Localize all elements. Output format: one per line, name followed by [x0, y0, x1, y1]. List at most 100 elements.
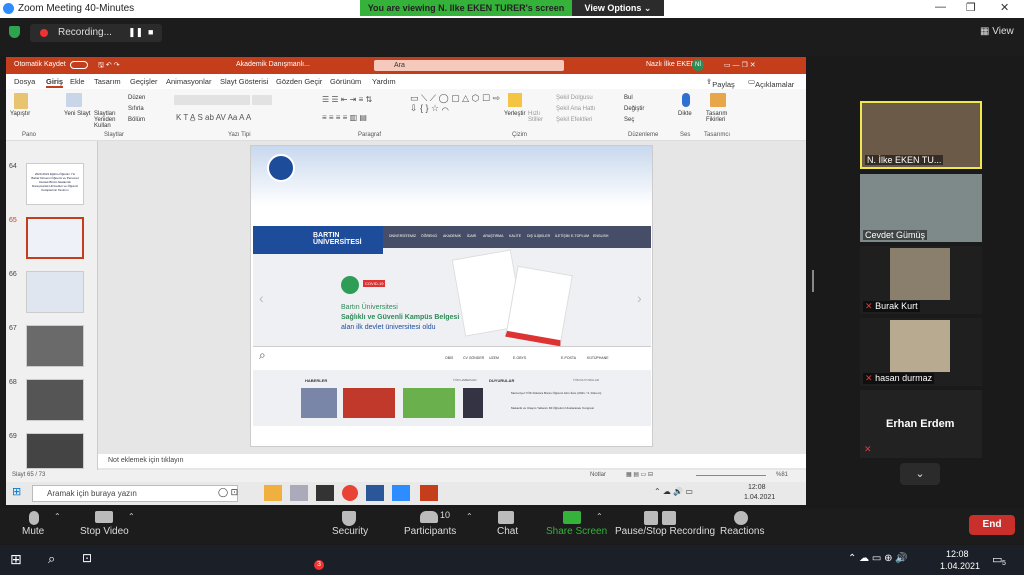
comments-button[interactable]: ▭ Açıklamalar [748, 77, 794, 89]
close-icon[interactable]: ✕ [1000, 1, 1009, 14]
chat-label[interactable]: Chat [497, 526, 518, 537]
system-tray-icons[interactable]: ⌃ ☁ ▭ ⊕ 🔊 [848, 553, 908, 564]
current-slide[interactable]: BARTIN ÜNİVERSİTESİ ÜNİVERSİTEMİZ ÖĞRENC… [250, 145, 653, 447]
zoom-slider[interactable] [696, 475, 766, 476]
tab-gozden-gecir[interactable]: Gözden Geçir [276, 77, 322, 86]
share-button[interactable]: ⇪ Paylaş [706, 77, 735, 89]
site-search-icon[interactable]: ⌕ [259, 348, 266, 363]
tray-icons[interactable]: ⌃ ☁ 🔊 ▭ [654, 487, 693, 496]
reuse-slides-label[interactable]: Slaytları Yeniden Kullan [94, 111, 126, 129]
notes-toggle[interactable]: Notlar [590, 472, 606, 478]
participants-icon[interactable] [420, 511, 438, 523]
chat-bubble-icon[interactable] [498, 511, 514, 524]
encryption-shield-icon[interactable] [9, 26, 20, 38]
microphone-icon[interactable] [29, 511, 39, 525]
security-shield-icon[interactable] [342, 511, 356, 526]
participant-tile-cevdet[interactable]: Cevdet Gümüş [860, 174, 982, 242]
search-icon[interactable]: ⌕ [48, 551, 55, 567]
stop-recording-icon[interactable] [662, 511, 676, 525]
save-icon[interactable]: 🖫 ↶ ↷ [98, 61, 120, 72]
shapes-gallery[interactable]: ▭ ⟍ ⟋ ◯ ▢ △ ⬡ ☐ ⇨ ⇩ { } ☆ ⌒ [410, 93, 502, 113]
slide-thumb-68[interactable] [26, 379, 84, 421]
video-options-chevron-icon[interactable]: ⌃ [128, 512, 135, 521]
splitter-handle[interactable] [812, 270, 814, 292]
font-name-select[interactable] [174, 95, 250, 105]
tab-tasarim[interactable]: Tasarım [94, 77, 121, 86]
word-icon[interactable] [366, 485, 384, 501]
layout-button[interactable]: Düzen [128, 95, 145, 101]
carousel-next-icon[interactable]: › [637, 290, 642, 306]
ppt-window-controls[interactable]: ▭ — ❐ ✕ [724, 61, 756, 69]
record-label[interactable]: Pause/Stop Recording [615, 526, 715, 537]
participant-tile-hasan[interactable]: ✕ hasan durmaz [860, 318, 982, 386]
slide-thumb-66[interactable] [26, 271, 84, 313]
participants-chevron-icon[interactable]: ⌃ [466, 512, 473, 521]
tab-animasyonlar[interactable]: Animasyonlar [166, 77, 211, 86]
notification-center-icon[interactable]: ▭ [992, 553, 1002, 566]
align-buttons[interactable]: ≡ ≡ ≡ ≡ ▥ ▤ [322, 113, 367, 122]
section-button[interactable]: Bölüm [128, 117, 145, 123]
mute-label[interactable]: Mute [22, 526, 44, 537]
tab-slayt-gosterisi[interactable]: Slayt Gösterisi [220, 77, 268, 86]
windows-search-input[interactable]: Aramak için buraya yazın [32, 485, 238, 502]
end-meeting-button[interactable]: End [969, 515, 1015, 535]
participant-tile-erhan[interactable]: Erhan Erdem ✕ [860, 390, 982, 458]
view-button[interactable]: ▦ View [980, 26, 1014, 37]
carousel-prev-icon[interactable]: ‹ [259, 290, 264, 306]
slide-thumb-65-selected[interactable] [26, 217, 84, 259]
new-slide-icon[interactable] [66, 93, 82, 107]
find-button[interactable]: Bul [624, 95, 633, 101]
document-title[interactable]: Akademik Danışmanlı... [236, 61, 310, 68]
slide-thumb-64[interactable]: 2020-2021 Eğitim-Öğretim Yılı Bahar Döne… [26, 163, 84, 205]
stop-video-label[interactable]: Stop Video [80, 526, 129, 537]
recording-indicator[interactable]: Recording... ❚❚ ■ [30, 24, 162, 42]
ppt-search-input[interactable]: Ara [374, 60, 564, 71]
share-screen-label[interactable]: Share Screen [546, 526, 607, 537]
quick-styles-label[interactable]: Hızlı Stiller [528, 111, 550, 123]
stop-icon[interactable]: ■ [148, 27, 153, 37]
paste-icon[interactable] [14, 93, 28, 109]
font-size-select[interactable] [252, 95, 272, 105]
notes-pane[interactable]: Not eklemek için tıklayın [98, 454, 806, 468]
shape-outline-button[interactable]: Şekil Ana Hattı [556, 106, 595, 112]
gallery-down-button[interactable]: ⌄ [900, 463, 940, 485]
mute-options-chevron-icon[interactable]: ⌃ [54, 512, 61, 521]
tab-ekle[interactable]: Ekle [70, 77, 85, 86]
windows-start-icon[interactable]: ⊞ [10, 551, 22, 568]
participant-tile-burak[interactable]: ✕ Burak Kurt [860, 246, 982, 314]
windows-start-icon[interactable]: ⊞ [12, 485, 21, 498]
zoom-percentage[interactable]: %81 [776, 472, 788, 478]
app-icon-1[interactable] [290, 485, 308, 501]
store-icon[interactable] [316, 485, 334, 501]
tab-gorunum[interactable]: Görünüm [330, 77, 361, 86]
security-label[interactable]: Security [332, 526, 368, 537]
tab-yardim[interactable]: Yardım [372, 77, 396, 86]
reactions-label[interactable]: Reactions [720, 526, 764, 537]
replace-button[interactable]: Değiştir [624, 106, 644, 112]
tab-dosya[interactable]: Dosya [14, 77, 35, 86]
view-mode-icons[interactable]: ▦ ▤ ▭ ⊟ [626, 471, 653, 478]
participant-tile-ilke[interactable]: N. İlke EKEN TU... [860, 101, 982, 169]
shape-effects-button[interactable]: Şekil Efektleri [556, 117, 592, 123]
minimize-icon[interactable]: — [935, 1, 946, 13]
select-button[interactable]: Seç [624, 117, 634, 123]
reactions-smiley-icon[interactable] [734, 511, 748, 525]
participants-label[interactable]: Participants [404, 526, 456, 537]
zoom-app-icon[interactable] [392, 485, 410, 501]
designer-icon[interactable] [710, 93, 726, 107]
taskview-icon[interactable]: ⊡ [82, 551, 92, 565]
video-camera-icon[interactable] [95, 511, 113, 523]
autosave-toggle[interactable] [70, 61, 88, 69]
font-format-buttons[interactable]: K T A̲ S ab AV Aa A A [176, 113, 251, 122]
share-screen-arrow-icon[interactable] [563, 511, 581, 524]
view-options-button[interactable]: View Options ⌄ [572, 0, 664, 16]
chrome-icon[interactable] [342, 485, 358, 501]
powerpoint-icon[interactable] [420, 485, 438, 501]
tab-giris[interactable]: Giriş [46, 77, 64, 88]
user-avatar[interactable]: Nİ [692, 59, 704, 71]
share-options-chevron-icon[interactable]: ⌃ [596, 512, 603, 521]
tab-gecisler[interactable]: Geçişler [130, 77, 158, 86]
reset-button[interactable]: Sıfırla [128, 106, 144, 112]
shape-fill-button[interactable]: Şekil Dolgusu [556, 95, 593, 101]
paragraph-buttons[interactable]: ☰ ☰ ⇤ ⇥ ≡ ⇅ [322, 95, 372, 104]
